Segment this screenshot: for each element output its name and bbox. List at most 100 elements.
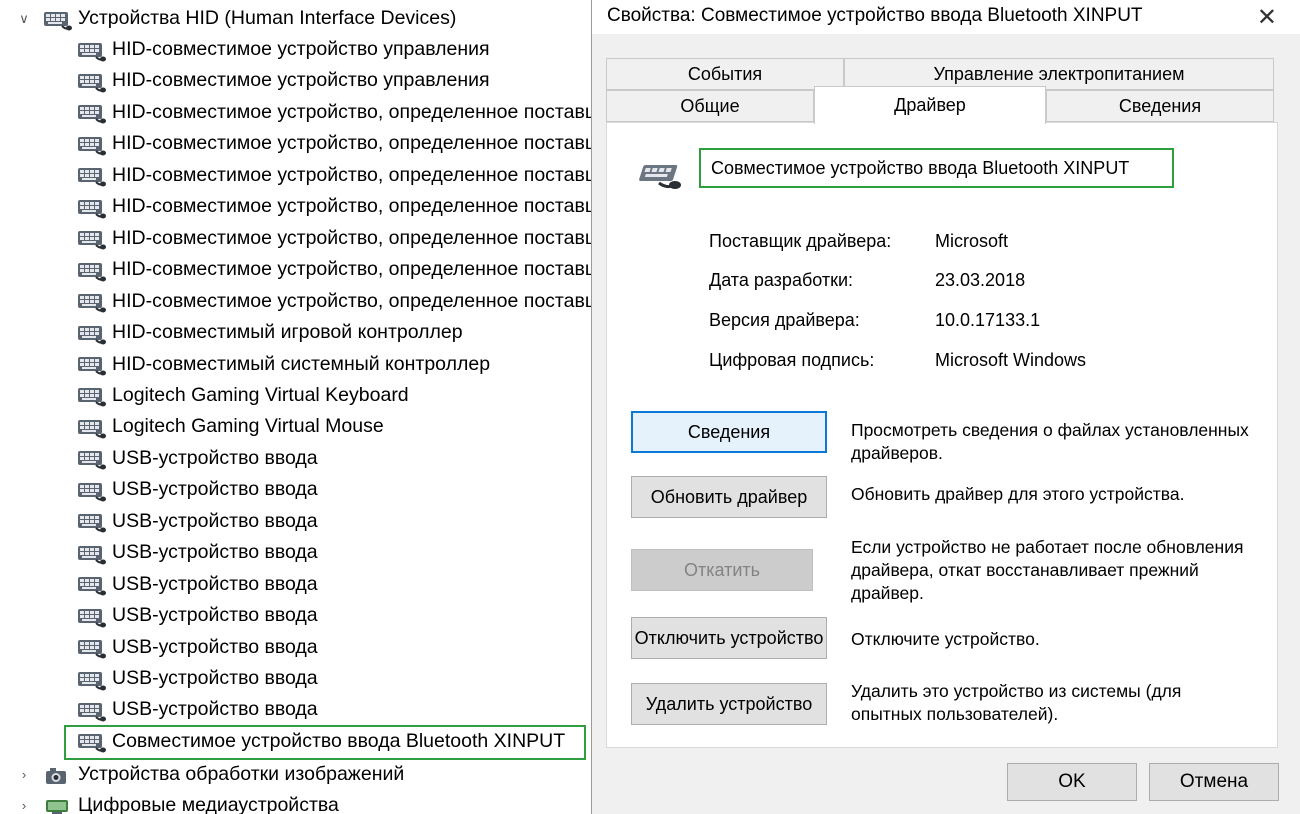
hid-device-icon xyxy=(77,261,106,283)
tree-device-label: USB-устройство ввода xyxy=(112,572,318,595)
chevron-right-icon[interactable]: › xyxy=(14,798,34,813)
tree-device-item[interactable]: HID-совместимое устройство, определенное… xyxy=(0,191,592,222)
tree-device-label: HID-совместимый игровой контроллер xyxy=(112,321,463,344)
hid-device-icon xyxy=(77,104,106,125)
hid-device-icon xyxy=(77,544,106,566)
hid-device-icon xyxy=(77,576,106,597)
hid-device-icon xyxy=(77,167,106,188)
driver-details-description: Просмотреть сведения о файлах установлен… xyxy=(851,420,1249,463)
tree-device-label: USB-устройство ввода xyxy=(112,541,318,564)
hid-device-icon xyxy=(77,356,106,377)
tree-device-item[interactable]: HID-совместимое устройство управления xyxy=(0,65,490,96)
tree-device-label: USB-устройство ввода xyxy=(112,446,318,469)
tab-label: Сведения xyxy=(1118,95,1202,116)
hid-device-icon xyxy=(77,607,106,629)
tree-category-label: Устройства обработки изображений xyxy=(78,763,405,785)
tree-device-label: HID-совместимое устройство, определенное… xyxy=(112,226,592,249)
tree-device-item[interactable]: USB-устройство ввода xyxy=(0,663,318,694)
tree-device-item[interactable]: USB-устройство ввода xyxy=(0,443,318,474)
dialog-title: Свойства: Совместимое устройство ввода B… xyxy=(607,5,1143,26)
tab-general[interactable]: Общие xyxy=(606,90,814,122)
hid-device-icon xyxy=(77,293,106,314)
hid-device-icon xyxy=(77,41,106,62)
driver-tab-panel: Совместимое устройство ввода Bluetooth X… xyxy=(606,122,1278,748)
tree-device-item[interactable]: HID-совместимый игровой контроллер xyxy=(0,317,463,348)
tab-label: Драйвер xyxy=(894,95,966,115)
signature-label: Цифровая подпись: xyxy=(709,350,875,370)
signature-value: Microsoft Windows xyxy=(935,350,1087,370)
camera-icon xyxy=(46,767,66,784)
date-value: 23.03.2018 xyxy=(935,270,1026,290)
tab-label: Общие xyxy=(680,95,740,116)
tree-device-item[interactable]: USB-устройство ввода xyxy=(0,600,318,631)
hid-device-icon xyxy=(77,198,106,220)
tree-device-item[interactable]: USB-устройство ввода xyxy=(0,694,318,725)
update-driver-description: Обновить драйвер для этого устройства. xyxy=(851,484,1185,504)
hid-device-icon xyxy=(77,230,106,251)
tree-device-label: HID-совместимое устройство управления xyxy=(112,38,490,60)
tree-device-item[interactable]: HID-совместимое устройство, определенное… xyxy=(0,286,592,317)
tree-device-item[interactable]: HID-совместимое устройство, определенное… xyxy=(0,223,592,254)
hid-device-icon xyxy=(77,639,106,660)
tree-device-label: HID-совместимое устройство, определенное… xyxy=(112,163,592,186)
tree-device-item[interactable]: HID-совместимый системный контроллер xyxy=(0,349,490,380)
tree-device-item[interactable]: HID-совместимое устройство, определенное… xyxy=(0,160,592,191)
tab-driver[interactable]: Драйвер xyxy=(814,86,1046,124)
update-driver-button[interactable]: Обновить драйвер xyxy=(631,476,827,518)
tab-label: Управление электропитанием xyxy=(933,63,1185,84)
version-value: 10.0.17133.1 xyxy=(935,310,1041,330)
tree-device-label: USB-устройство ввода xyxy=(112,698,318,721)
tree-device-item[interactable]: Logitech Gaming Virtual Mouse xyxy=(0,411,384,442)
tree-device-item[interactable]: USB-устройство ввода xyxy=(0,506,318,537)
tree-device-item[interactable]: Logitech Gaming Virtual Keyboard xyxy=(0,380,409,411)
tree-device-item[interactable]: USB-устройство ввода xyxy=(0,474,318,505)
hid-device-icon xyxy=(77,481,106,503)
tab-events[interactable]: События xyxy=(606,58,844,90)
tree-category-media[interactable]: › Цифровые медиаустройства xyxy=(0,790,339,814)
hid-device-icon xyxy=(77,72,106,94)
tab-details[interactable]: Сведения xyxy=(1046,90,1274,122)
tree-device-label: Logitech Gaming Virtual Keyboard xyxy=(112,383,409,406)
uninstall-device-description: Удалить это устройство из системы (для о… xyxy=(851,681,1182,724)
disable-device-button[interactable]: Отключить устройство xyxy=(631,617,827,659)
rollback-driver-description: Если устройство не работает после обновл… xyxy=(851,537,1244,603)
tree-category-imaging[interactable]: › Устройства обработки изображений xyxy=(0,759,404,790)
tree-device-label: HID-совместимое устройство, определенное… xyxy=(112,132,592,155)
hid-device-icon xyxy=(77,450,106,471)
driver-details-button[interactable]: Сведения xyxy=(631,411,827,453)
tree-device-label: USB-устройство ввода xyxy=(112,667,318,689)
tree-device-label: USB-устройство ввода xyxy=(112,478,318,501)
tree-category-label: Цифровые медиаустройства xyxy=(78,794,339,814)
tree-device-label: USB-устройство ввода xyxy=(112,509,318,532)
ok-button[interactable]: OK xyxy=(1007,763,1137,801)
hid-device-icon xyxy=(77,701,106,723)
device-name-field: Совместимое устройство ввода Bluetooth X… xyxy=(699,148,1174,188)
hid-device-icon xyxy=(77,670,106,691)
tree-device-item[interactable]: USB-устройство ввода xyxy=(0,569,318,600)
provider-label: Поставщик драйвера: xyxy=(709,231,892,251)
tree-device-label: HID-совместимое устройство, определенное… xyxy=(112,289,592,312)
tree-device-item[interactable]: HID-совместимое устройство управления xyxy=(0,34,490,65)
chevron-right-icon[interactable]: › xyxy=(14,767,34,782)
tree-device-item[interactable]: HID-совместимое устройство, определенное… xyxy=(0,128,592,159)
tree-device-label: HID-совместимый системный контроллер xyxy=(112,352,491,375)
tree-device-item[interactable]: USB-устройство ввода xyxy=(0,632,318,663)
version-label: Версия драйвера: xyxy=(709,310,860,330)
provider-value: Microsoft xyxy=(935,231,1009,251)
tree-category-label: Устройства HID (Human Interface Devices) xyxy=(78,7,457,29)
rollback-driver-button[interactable]: Откатить xyxy=(631,549,813,591)
tree-category-hid[interactable]: ∨ Устройства HID (Human Interface Device… xyxy=(0,3,456,34)
cancel-button[interactable]: Отмена xyxy=(1149,763,1279,801)
close-icon[interactable]: ✕ xyxy=(1257,3,1277,32)
tree-device-item[interactable]: HID-совместимое устройство, определенное… xyxy=(0,97,592,128)
tree-device-label: HID-совместимое устройство, определенное… xyxy=(112,100,592,123)
hid-device-icon xyxy=(639,165,681,189)
hid-device-icon xyxy=(77,324,106,346)
tree-device-item[interactable]: USB-устройство ввода xyxy=(0,537,318,568)
tree-device-label: HID-совместимое устройство, определенное… xyxy=(112,195,592,218)
date-label: Дата разработки: xyxy=(709,270,854,290)
uninstall-device-button[interactable]: Удалить устройство xyxy=(631,683,827,725)
dialog-titlebar[interactable]: Свойства: Совместимое устройство ввода B… xyxy=(592,0,1300,34)
tree-device-item[interactable]: HID-совместимое устройство, определенное… xyxy=(0,254,592,285)
chevron-down-icon[interactable]: ∨ xyxy=(14,11,34,27)
